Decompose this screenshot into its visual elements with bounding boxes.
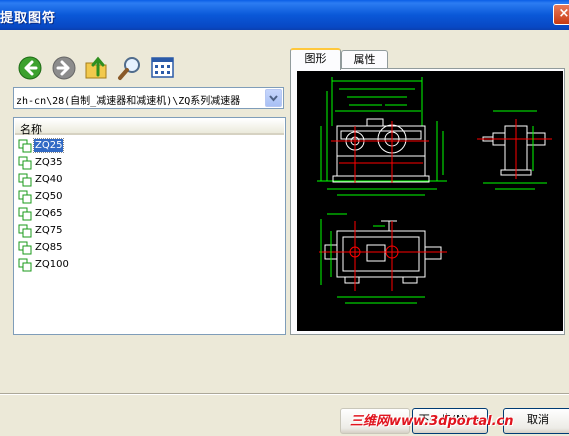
list-item[interactable]: ZQ35 <box>17 155 117 171</box>
list-header-name[interactable]: 名称 <box>15 119 284 136</box>
symbol-icon <box>18 190 32 204</box>
close-icon: × <box>558 6 569 21</box>
list-item-label: ZQ100 <box>35 259 69 270</box>
list-item[interactable]: ZQ40 <box>17 172 117 188</box>
symbol-icon <box>18 207 32 221</box>
forward-button[interactable] <box>51 55 77 81</box>
list-item-label: ZQ50 <box>35 191 63 202</box>
symbol-preview <box>297 71 563 331</box>
symbol-icon <box>18 258 32 272</box>
list-item-label: ZQ65 <box>35 208 63 219</box>
footer-separator <box>0 393 569 395</box>
list-item-label: ZQ25 <box>32 138 65 153</box>
back-button[interactable] <box>17 55 43 81</box>
up-folder-button[interactable] <box>84 55 110 81</box>
list-item-label: ZQ35 <box>35 157 63 168</box>
path-combobox[interactable]: zh-cn\28(自制_减速器和减速机)\ZQ系列减速器 <box>13 87 284 109</box>
tab-graphic-label: 图形 <box>304 52 327 65</box>
list-item[interactable]: ZQ100 <box>17 257 117 273</box>
list-item[interactable]: ZQ25 <box>17 138 117 154</box>
tab-graphic[interactable]: 图形 <box>290 48 341 70</box>
green-left-arrow-icon <box>18 56 42 80</box>
list-item[interactable]: ZQ75 <box>17 223 117 239</box>
close-button[interactable]: × <box>553 4 569 25</box>
reducer-drawing <box>317 77 552 304</box>
gray-right-arrow-icon <box>52 56 76 80</box>
list-header-label: 名称 <box>20 123 42 136</box>
list-item-label: ZQ40 <box>35 174 63 185</box>
magnifier-icon <box>118 57 140 80</box>
symbol-icon <box>18 139 32 153</box>
watermark: 三维网www.3dportal.cn <box>350 414 514 429</box>
folder-up-icon <box>85 56 107 79</box>
path-value: zh-cn\28(自制_减速器和减速机)\ZQ系列减速器 <box>16 96 241 107</box>
list-item[interactable]: ZQ85 <box>17 240 117 256</box>
list-item-label: ZQ75 <box>35 225 63 236</box>
window-title: 提取图符 <box>0 11 57 26</box>
search-button[interactable] <box>117 55 143 81</box>
symbol-icon <box>18 241 32 255</box>
chevron-down-icon <box>269 95 278 102</box>
grid-view-icon <box>151 57 174 78</box>
view-button[interactable] <box>150 55 176 81</box>
path-dropdown-button[interactable] <box>265 89 282 107</box>
list-item-label: ZQ85 <box>35 242 63 253</box>
cancel-label: 取消 <box>527 413 549 426</box>
symbol-list[interactable]: 名称 ZQ25 ZQ35 ZQ40 ZQ50 ZQ65 ZQ75 ZQ85 ZQ100 <box>13 117 286 335</box>
list-item[interactable]: ZQ65 <box>17 206 117 222</box>
symbol-icon <box>18 173 32 187</box>
title-bar: 提取图符 × <box>0 0 569 30</box>
symbol-icon <box>18 156 32 170</box>
list-item[interactable]: ZQ50 <box>17 189 117 205</box>
symbol-icon <box>18 224 32 238</box>
tab-properties-label: 属性 <box>353 53 376 66</box>
